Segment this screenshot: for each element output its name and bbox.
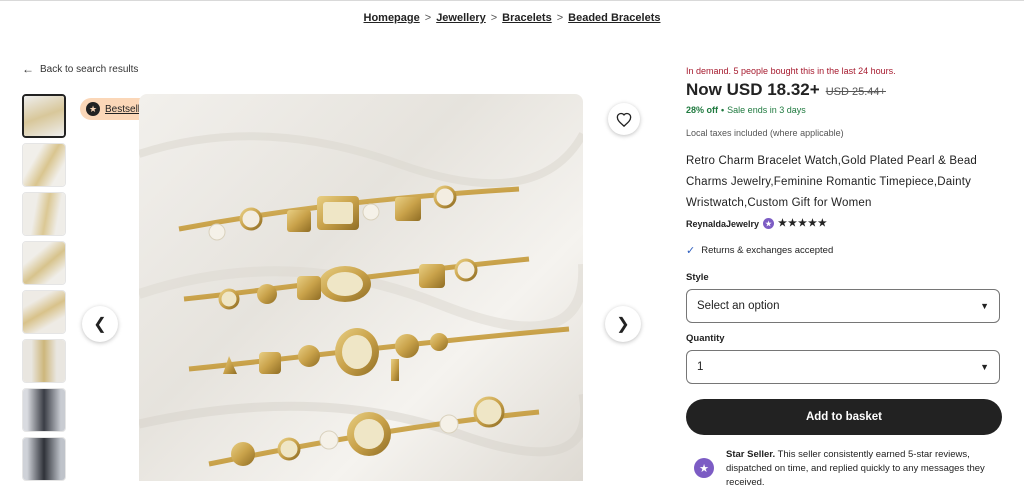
star-seller-text: Star Seller. This seller consistently ea… <box>726 448 1000 490</box>
star-seller-badge-icon: ★ <box>694 458 714 478</box>
style-select-value: Select an option <box>697 300 780 312</box>
quantity-label: Quantity <box>686 333 725 344</box>
product-title: Retro Charm Bracelet Watch,Gold Plated P… <box>686 155 978 209</box>
breadcrumb-separator: > <box>556 12 564 24</box>
rating-stars[interactable]: ★★★★★ <box>778 218 828 229</box>
bracelet-1 <box>178 185 520 241</box>
style-select[interactable]: Select an option ▼ <box>686 289 1000 323</box>
back-to-search-link[interactable]: ← Back to search results <box>22 62 138 76</box>
thumbnail-8[interactable] <box>22 437 66 481</box>
quantity-select[interactable]: 1 ▼ <box>686 350 1000 384</box>
quantity-select-value: 1 <box>697 361 704 373</box>
breadcrumb-bracelets[interactable]: Bracelets <box>502 12 552 24</box>
sale-info: 28% off • Sale ends in 3 days <box>686 105 806 115</box>
bracelet-photo-illustration <box>139 132 583 467</box>
price-row: Now USD 18.32+ USD 25.44+ <box>686 80 886 100</box>
separator-dot: • <box>721 105 725 115</box>
caret-down-icon: ▼ <box>980 362 989 372</box>
thumbnail-3[interactable] <box>22 192 66 236</box>
thumbnail-6[interactable] <box>22 339 66 383</box>
previous-image-button[interactable]: ❮ <box>82 306 118 342</box>
favorite-button[interactable] <box>608 103 640 135</box>
next-image-button[interactable]: ❯ <box>605 306 641 342</box>
star-seller-icon: ★ <box>763 218 775 229</box>
original-price: USD 25.44+ <box>825 86 886 98</box>
discount-label: 28% off <box>686 105 719 115</box>
star-seller-title: Star Seller. <box>726 449 776 460</box>
top-divider <box>0 0 1024 1</box>
thumbnail-1[interactable] <box>22 94 66 138</box>
breadcrumb-jewellery[interactable]: Jewellery <box>436 12 486 24</box>
chevron-right-icon: ❯ <box>616 316 630 333</box>
bestseller-icon: ★ <box>86 102 100 116</box>
shop-name-link[interactable]: ReynaldaJewelry <box>686 219 759 229</box>
demand-notice: In demand. 5 people bought this in the l… <box>686 66 896 76</box>
returns-label: Returns & exchanges accepted <box>701 245 834 256</box>
thumbnail-strip <box>22 94 68 486</box>
add-to-basket-button[interactable]: Add to basket <box>686 399 1002 435</box>
caret-down-icon: ▼ <box>980 301 989 311</box>
check-icon: ✓ <box>686 245 696 257</box>
returns-info: ✓ Returns & exchanges accepted <box>686 244 833 257</box>
sale-ends-label: Sale ends in 3 days <box>727 105 806 115</box>
breadcrumb-homepage[interactable]: Homepage <box>364 12 420 24</box>
taxes-note: Local taxes included (where applicable) <box>686 128 844 138</box>
thumbnail-7[interactable] <box>22 388 66 432</box>
thumbnail-5[interactable] <box>22 290 66 334</box>
breadcrumb: Homepage > Jewellery > Bracelets > Beaded Brac… <box>0 12 1024 24</box>
breadcrumb-beaded-bracelets[interactable]: Beaded Bracelets <box>568 12 660 24</box>
thumbnail-2[interactable] <box>22 143 66 187</box>
product-image <box>139 94 583 481</box>
heart-icon <box>616 112 632 127</box>
thumbnail-4[interactable] <box>22 241 66 285</box>
chevron-left-icon: ❮ <box>93 316 107 333</box>
star-seller-info: ★ Star Seller. This seller consistently … <box>694 448 1000 490</box>
arrow-left-icon: ← <box>22 62 34 76</box>
current-price: Now USD 18.32+ <box>686 80 820 99</box>
breadcrumb-separator: > <box>424 12 432 24</box>
bracelet-2 <box>183 256 530 310</box>
bracelet-3 <box>188 326 570 381</box>
shop-info: ReynaldaJewelry ★ ★★★★★ <box>686 218 828 229</box>
back-to-search-label: Back to search results <box>40 63 139 75</box>
breadcrumb-separator: > <box>490 12 498 24</box>
style-label: Style <box>686 272 709 283</box>
